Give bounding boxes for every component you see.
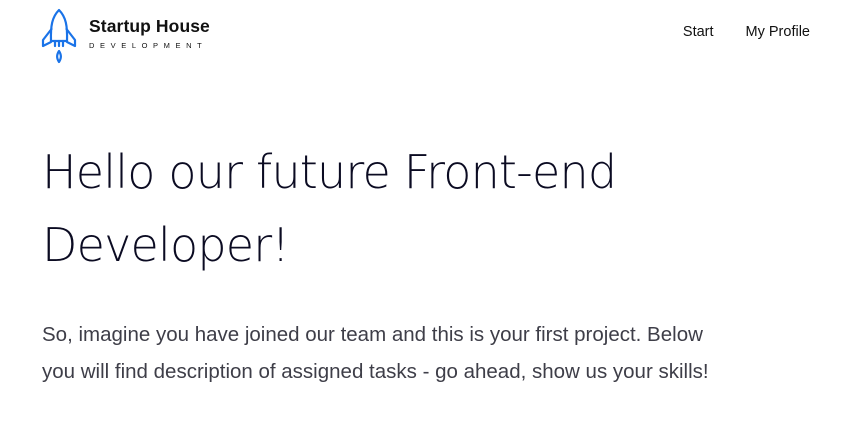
brand-name: Startup House	[89, 16, 210, 36]
brand-text: Startup House DEVELOPMENT	[89, 15, 210, 51]
brand-tagline: DEVELOPMENT	[89, 41, 208, 50]
nav-start-link[interactable]: Start	[683, 24, 714, 40]
main-nav: Start My Profile	[683, 24, 810, 40]
site-header: Startup House DEVELOPMENT Start My Profi…	[0, 0, 852, 70]
nav-my-profile-link[interactable]: My Profile	[746, 24, 810, 40]
hero-title: Hello our future Front-end Developer!	[42, 145, 617, 272]
rocket-icon	[41, 8, 77, 64]
intro-paragraph: So, imagine you have joined our team and…	[42, 323, 709, 383]
brand-logo-link[interactable]: Startup House DEVELOPMENT	[40, 8, 210, 64]
